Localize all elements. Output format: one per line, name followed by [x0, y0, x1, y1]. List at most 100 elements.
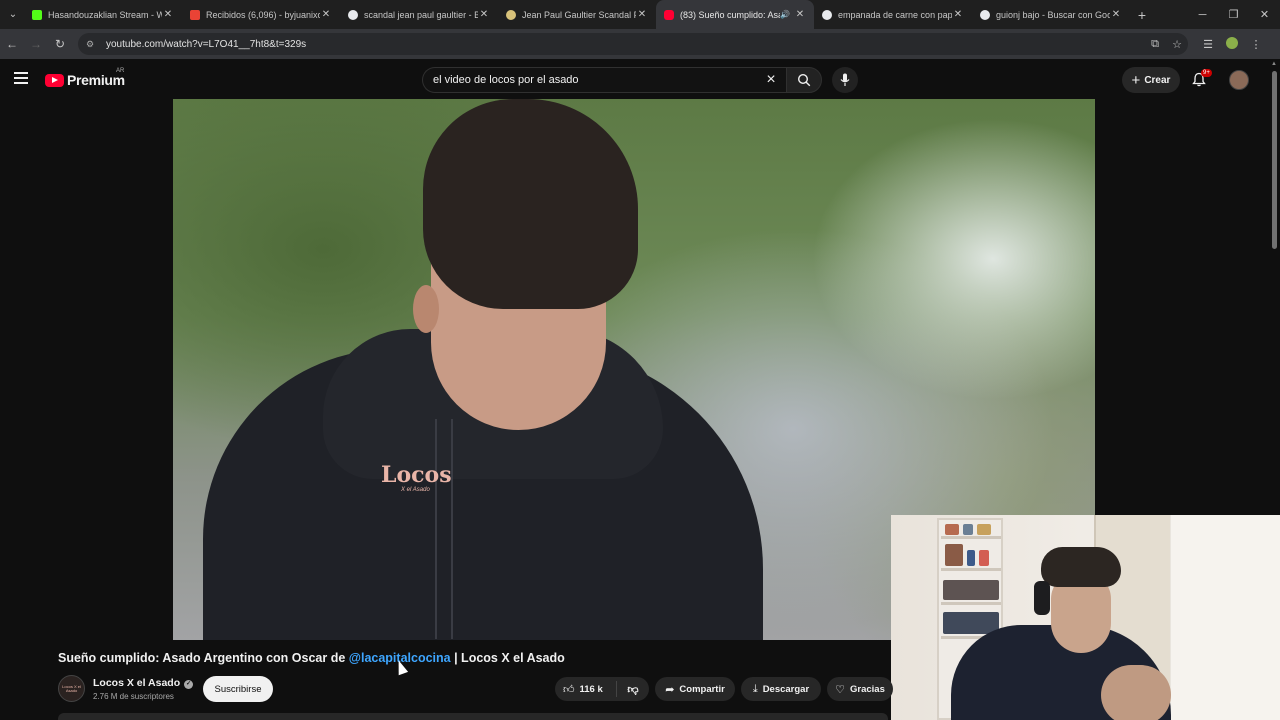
create-label: Crear — [1144, 74, 1171, 86]
tab-favicon-icon — [822, 9, 832, 20]
share-label: Compartir — [679, 683, 725, 695]
thumbs-down-icon: 👎︎ — [627, 683, 639, 696]
video-frame-drawstring — [435, 419, 437, 639]
download-icon: ⤓ — [752, 682, 758, 695]
forward-icon[interactable]: → — [24, 37, 48, 51]
video-frame-ear — [413, 285, 439, 333]
youtube-favicon-icon — [664, 9, 674, 20]
download-button[interactable]: ⤓ Descargar — [741, 677, 821, 701]
close-tab-icon[interactable]: ✕ — [478, 9, 490, 20]
browser-tab-active[interactable]: (83) Sueño cumplido: Asad 🔊 ✕ — [656, 0, 814, 29]
browser-tab[interactable]: guionj bajo - Buscar con Goog ✕ — [972, 0, 1130, 29]
channel-name-text[interactable]: Locos X el Asado — [93, 677, 180, 689]
bookmark-star-icon[interactable]: ☆ — [1166, 38, 1188, 51]
webcam-streamer-arm — [1101, 665, 1171, 720]
browser-toolbar: ← → ↻ ⚙ youtube.com/watch?v=L7O41__7ht8&… — [0, 29, 1280, 59]
speaker-icon[interactable]: 🔊 — [780, 10, 790, 19]
youtube-masthead: Premium AR el video de locos por el asad… — [0, 59, 1280, 99]
browser-tab[interactable]: Recibidos (6,096) - byjuanixo@ ✕ — [182, 0, 340, 29]
share-arrow-icon: ➦ — [665, 683, 675, 696]
video-frame-hair — [423, 99, 638, 309]
search-button[interactable] — [786, 67, 822, 93]
plus-icon: + — [1131, 71, 1141, 89]
thanks-heart-icon: ♡ — [835, 683, 845, 696]
tab-favicon-icon — [348, 9, 358, 20]
youtube-premium-logo[interactable]: Premium AR — [45, 68, 125, 88]
dislike-button[interactable]: 👎︎ — [617, 683, 649, 696]
webcam-streamer-hair — [1041, 547, 1121, 587]
like-dislike-group: 👍︎ 116 k 👎︎ — [555, 677, 649, 701]
channel-avatar[interactable]: Locos X el Asado — [58, 675, 85, 702]
thanks-button[interactable]: ♡ Gracias — [827, 677, 893, 701]
browser-tab[interactable]: Jean Paul Gaultier Scandal Pou ✕ — [498, 0, 656, 29]
subscriber-count: 2.76 M de suscriptores — [93, 692, 174, 701]
menu-kebab-icon[interactable]: ⋮ — [1244, 38, 1268, 51]
like-button[interactable]: 👍︎ 116 k — [555, 681, 617, 697]
back-icon[interactable]: ← — [0, 37, 24, 51]
tab-title: empanada de carne con papa — [838, 9, 952, 20]
tab-favicon-icon — [32, 9, 42, 20]
video-title: Sueño cumplido: Asado Argentino con Osca… — [58, 651, 565, 665]
notification-badge: 9+ — [1201, 69, 1212, 77]
channel-avatar-text: Locos X el Asado — [62, 684, 81, 693]
country-code: AR — [116, 68, 125, 74]
voice-search-button[interactable] — [832, 67, 858, 93]
browser-tab-strip: ⌄ Hasandouzaklian Stream - Wat ✕ Recibid… — [0, 0, 1280, 29]
share-button[interactable]: ➦ Compartir — [655, 677, 735, 701]
video-title-prefix: Sueño cumplido: Asado Argentino con Osca… — [58, 651, 349, 665]
close-tab-icon[interactable]: ✕ — [794, 9, 806, 20]
browser-tab[interactable]: Hasandouzaklian Stream - Wat ✕ — [24, 0, 182, 29]
subscribe-button[interactable]: Suscribirse — [203, 676, 273, 702]
clear-search-icon[interactable]: × — [756, 71, 786, 89]
new-tab-button[interactable]: + — [1130, 7, 1154, 23]
account-avatar[interactable] — [1229, 70, 1249, 90]
tab-title: Recibidos (6,096) - byjuanixo@ — [206, 9, 320, 20]
minimize-icon[interactable]: ─ — [1187, 9, 1218, 21]
address-bar[interactable]: ⚙ youtube.com/watch?v=L7O41__7ht8&t=329s… — [78, 33, 1188, 55]
search-icon — [797, 73, 811, 87]
search-query[interactable]: el video de locos por el asado — [433, 74, 756, 86]
video-title-suffix: | Locos X el Asado — [450, 651, 565, 665]
logo-text: Premium — [67, 72, 125, 88]
restore-icon[interactable]: ❐ — [1218, 8, 1249, 21]
like-count: 116 k — [579, 683, 603, 695]
close-tab-icon[interactable]: ✕ — [162, 9, 174, 20]
video-frame-drawstring — [451, 419, 453, 639]
description-box[interactable] — [58, 713, 888, 720]
tab-title: Hasandouzaklian Stream - Wat — [48, 9, 162, 20]
hamburger-menu-icon[interactable] — [14, 72, 28, 84]
create-button[interactable]: + Crear — [1122, 67, 1180, 93]
tab-favicon-icon — [506, 9, 516, 20]
tab-title: guionj bajo - Buscar con Goog — [996, 9, 1110, 20]
close-tab-icon[interactable]: ✕ — [320, 9, 332, 20]
url-text[interactable]: youtube.com/watch?v=L7O41__7ht8&t=329s — [106, 39, 1144, 50]
site-info-icon[interactable]: ⚙ — [86, 39, 100, 50]
tab-favicon-icon — [190, 9, 200, 20]
hoodie-logo: Locos — [381, 462, 452, 488]
install-app-icon[interactable]: ⧉ — [1144, 38, 1166, 51]
webcam-wall — [1171, 515, 1280, 720]
channel-name[interactable]: Locos X el Asado ✓ — [93, 677, 194, 689]
verified-check-icon: ✓ — [184, 680, 194, 689]
tab-title: scandal jean paul gaultier - Bu — [364, 9, 478, 20]
webcam-headset — [1034, 581, 1050, 615]
scroll-thumb[interactable] — [1272, 71, 1277, 249]
extension-icon[interactable] — [1220, 36, 1244, 52]
tab-favicon-icon — [980, 9, 990, 20]
download-label: Descargar — [762, 683, 810, 695]
thumbs-up-icon: 👍︎ — [563, 683, 575, 696]
reload-icon[interactable]: ↻ — [48, 37, 72, 51]
tab-title: Jean Paul Gaultier Scandal Pou — [522, 9, 636, 20]
tab-title: (83) Sueño cumplido: Asad — [680, 9, 781, 20]
browser-tab[interactable]: scandal jean paul gaultier - Bu ✕ — [340, 0, 498, 29]
browser-tab[interactable]: empanada de carne con papa ✕ — [814, 0, 972, 29]
search-input[interactable]: el video de locos por el asado × — [422, 67, 786, 93]
reading-list-icon[interactable]: ☰ — [1196, 38, 1220, 51]
scroll-up-icon[interactable]: ▲ — [1271, 61, 1277, 67]
close-window-icon[interactable]: ✕ — [1249, 8, 1280, 21]
tab-search-icon[interactable]: ⌄ — [2, 4, 24, 26]
microphone-icon — [840, 73, 850, 86]
close-tab-icon[interactable]: ✕ — [636, 9, 648, 20]
close-tab-icon[interactable]: ✕ — [1110, 9, 1122, 20]
close-tab-icon[interactable]: ✕ — [952, 9, 964, 20]
